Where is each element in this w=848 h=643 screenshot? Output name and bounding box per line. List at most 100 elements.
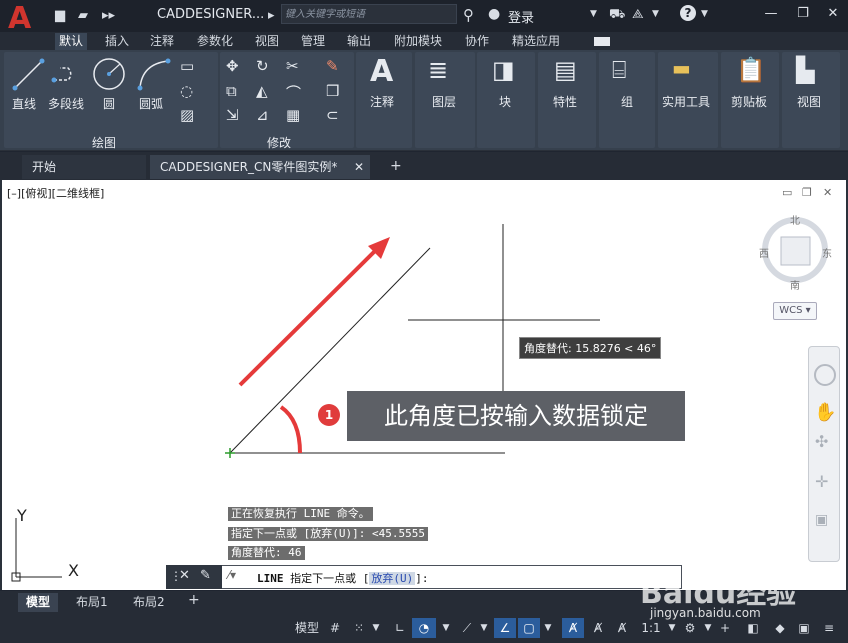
login-dropdown-icon[interactable]: ▼ bbox=[590, 9, 597, 19]
zoom-icon[interactable]: ✣ bbox=[815, 432, 828, 451]
showmotion-icon[interactable]: ▣ bbox=[815, 512, 828, 528]
block-icon[interactable]: ◨ bbox=[492, 56, 515, 84]
wcs-dropdown[interactable]: WCS ▾ bbox=[773, 302, 817, 320]
tab-drawing[interactable]: CADDESIGNER_CN零件图实例* ✕ bbox=[150, 155, 370, 179]
open-folder-icon[interactable]: ▰ bbox=[78, 8, 88, 23]
rectangle-icon[interactable]: ▭ bbox=[180, 57, 194, 75]
offset-icon[interactable]: ⊂ bbox=[326, 106, 339, 124]
polar-dropdown-icon[interactable]: ▼ bbox=[440, 618, 452, 638]
tab-layout1[interactable]: 布局1 bbox=[68, 593, 116, 612]
annotation-scale-icon[interactable]: Ⱥ bbox=[612, 618, 632, 638]
title-chevron-icon[interactable]: ▸ bbox=[268, 8, 275, 23]
clipboard-panel-button[interactable]: 剪贴板 bbox=[731, 93, 767, 110]
layers-icon[interactable]: ≣ bbox=[428, 56, 448, 84]
mirror-icon[interactable]: ◭ bbox=[256, 82, 268, 100]
compass-north[interactable]: 北 bbox=[790, 212, 800, 227]
customization-menu-icon[interactable]: ≡ bbox=[818, 618, 840, 638]
group-icon[interactable]: ⌸ bbox=[612, 56, 626, 84]
new-tab-icon[interactable]: + bbox=[390, 158, 402, 174]
group-panel-button[interactable]: 组 bbox=[621, 93, 633, 110]
osnap-dropdown-icon[interactable]: ▼ bbox=[542, 618, 554, 638]
steering-wheel-icon[interactable] bbox=[814, 364, 836, 386]
add-layout-icon[interactable]: + bbox=[188, 592, 200, 608]
hatch-icon[interactable]: ▨ bbox=[180, 106, 194, 124]
cart-icon[interactable]: ⛟ bbox=[609, 7, 625, 24]
properties-icon[interactable]: ▤ bbox=[554, 56, 577, 84]
annotation-monitor-icon[interactable]: + bbox=[716, 618, 734, 638]
new-file-icon[interactable]: ▆ bbox=[55, 8, 65, 23]
properties-panel-button[interactable]: 特性 bbox=[553, 93, 577, 110]
ribbon-toggle-icon[interactable] bbox=[594, 37, 610, 46]
share-dropdown-icon[interactable]: ▼ bbox=[652, 9, 659, 19]
tab-parametric[interactable]: 参数化 bbox=[193, 33, 237, 50]
stretch-icon[interactable]: ⇲ bbox=[226, 106, 239, 124]
tab-model[interactable]: 模型 bbox=[18, 593, 59, 612]
compass-west[interactable]: 西 bbox=[759, 245, 769, 260]
circle-tool-button[interactable]: 圆 bbox=[103, 95, 115, 112]
tab-insert[interactable]: 插入 bbox=[101, 33, 133, 50]
tab-collaborate[interactable]: 协作 bbox=[461, 33, 493, 50]
model-space-button[interactable]: 模型 bbox=[292, 618, 322, 638]
text-icon[interactable]: A bbox=[370, 54, 393, 89]
login-button[interactable]: 登录 bbox=[508, 7, 534, 26]
polyline-tool-button[interactable]: 多段线 bbox=[48, 95, 84, 112]
rotate-icon[interactable]: ↻ bbox=[256, 57, 269, 75]
customize-wrench-icon[interactable]: ✎ bbox=[200, 568, 211, 583]
close-button[interactable]: ✕ bbox=[822, 4, 844, 24]
user-icon[interactable]: ● bbox=[488, 6, 500, 22]
isodraft-icon[interactable]: ⟋ bbox=[458, 618, 476, 638]
hardware-acceleration-icon[interactable]: ◆ bbox=[770, 618, 790, 638]
annotation-panel-button[interactable]: 注释 bbox=[370, 93, 394, 110]
tab-start[interactable]: 开始 bbox=[22, 155, 146, 179]
clean-screen-icon[interactable]: ▣ bbox=[794, 618, 814, 638]
search-input[interactable]: 键入关键字或短语 bbox=[281, 4, 457, 24]
compass-south[interactable]: 南 bbox=[790, 277, 800, 292]
fillet-icon[interactable]: ⌒ bbox=[286, 82, 301, 103]
minimize-button[interactable]: — bbox=[760, 4, 782, 24]
scale-readout[interactable]: 1:1 bbox=[636, 618, 666, 638]
erase-icon[interactable]: ✎ bbox=[326, 57, 339, 75]
close-tab-icon[interactable]: ✕ bbox=[354, 155, 364, 179]
help-icon[interactable]: ? bbox=[680, 5, 696, 21]
view-panel-button[interactable]: 视图 bbox=[797, 93, 821, 110]
auto-scale-icon[interactable]: Ⱥ bbox=[588, 618, 608, 638]
share-icon[interactable]: ⟁ bbox=[632, 7, 644, 22]
utilities-panel-button[interactable]: 实用工具 bbox=[662, 93, 710, 110]
units-icon[interactable]: ◧ bbox=[744, 618, 762, 638]
snap-dropdown-icon[interactable]: ▼ bbox=[370, 618, 382, 638]
object-snap-tracking-icon[interactable]: ∠ bbox=[494, 618, 516, 638]
explode-icon[interactable]: ❒ bbox=[326, 82, 339, 100]
ortho-icon[interactable]: ∟ bbox=[390, 618, 410, 638]
copy-icon[interactable]: ⧉ bbox=[226, 82, 237, 100]
tab-output[interactable]: 输出 bbox=[343, 33, 375, 50]
draw-panel-label[interactable]: 绘图 bbox=[92, 134, 116, 151]
tab-annotate[interactable]: 注释 bbox=[146, 33, 178, 50]
array-icon[interactable]: ▦ bbox=[286, 106, 300, 124]
trim-icon[interactable]: ✂ bbox=[286, 57, 299, 75]
object-snap-icon[interactable]: ▢ bbox=[518, 618, 540, 638]
tab-manage[interactable]: 管理 bbox=[297, 33, 329, 50]
line-tool-button[interactable]: 直线 bbox=[12, 95, 36, 112]
pan-icon[interactable]: ✋ bbox=[814, 402, 836, 423]
app-logo-icon[interactable]: A bbox=[8, 3, 40, 35]
isodraft-dropdown-icon[interactable]: ▼ bbox=[478, 618, 490, 638]
tab-default[interactable]: 默认 bbox=[55, 33, 88, 50]
more-tools-icon[interactable]: ▸▸ bbox=[102, 8, 115, 23]
recent-commands-icon[interactable]: ⁄▾ bbox=[228, 568, 236, 582]
annotation-visibility-icon[interactable]: Ⱥ bbox=[562, 618, 584, 638]
workspace-dropdown-icon[interactable]: ▼ bbox=[702, 618, 714, 638]
maximize-button[interactable]: ❐ bbox=[792, 4, 814, 24]
undo-option[interactable]: 放弃(U) bbox=[369, 572, 416, 585]
measure-icon[interactable]: ▬ bbox=[672, 56, 691, 80]
grid-icon[interactable]: # bbox=[326, 618, 344, 638]
help-dropdown-icon[interactable]: ▼ bbox=[701, 9, 708, 19]
tab-layout2[interactable]: 布局2 bbox=[125, 593, 173, 612]
layers-panel-button[interactable]: 图层 bbox=[432, 93, 456, 110]
scale-icon[interactable]: ⊿ bbox=[256, 106, 269, 124]
tab-featured-apps[interactable]: 精选应用 bbox=[508, 33, 564, 50]
orbit-icon[interactable]: ✛ bbox=[815, 472, 828, 491]
compass-east[interactable]: 东 bbox=[822, 245, 832, 260]
ellipse-icon[interactable]: ◌ bbox=[180, 82, 193, 100]
arc-tool-button[interactable]: 圆弧 bbox=[139, 95, 163, 112]
workspace-gear-icon[interactable]: ⚙ bbox=[680, 618, 700, 638]
